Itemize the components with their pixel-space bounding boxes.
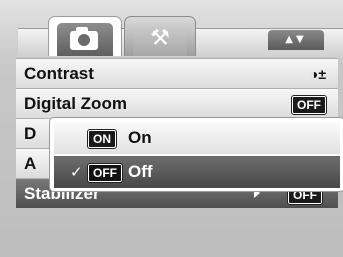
camera-menu-screen: ⚒ ▲▼ Contrast ◑± Digital Zoom OFF D A St… xyxy=(0,0,343,257)
on-badge: ON xyxy=(87,129,117,149)
option-badge: ON xyxy=(87,129,117,149)
menu-row-digital-zoom[interactable]: Digital Zoom OFF xyxy=(16,88,338,118)
off-badge: OFF xyxy=(291,95,327,115)
wrench-screwdriver-icon: ⚒ xyxy=(150,26,170,51)
off-badge: OFF xyxy=(87,163,123,183)
menu-row-label: Digital Zoom xyxy=(24,94,127,113)
menu-row-label: Contrast xyxy=(24,64,94,83)
menu-row-label: A xyxy=(24,154,37,173)
option-label: Off xyxy=(128,162,153,181)
option-off[interactable]: ✓ OFF Off xyxy=(54,156,340,188)
camera-icon-lens xyxy=(78,34,90,46)
contrast-value-icon: ◑± xyxy=(309,66,326,82)
tab-setup-inner: ⚒ xyxy=(133,23,187,56)
stabilizer-options-popup: ON On ✓ OFF Off xyxy=(50,118,343,191)
option-label: On xyxy=(128,128,152,147)
tab-setup[interactable]: ⚒ xyxy=(124,16,196,56)
up-down-arrows-icon[interactable]: ▲▼ xyxy=(268,30,324,50)
menu-row-label: D xyxy=(24,124,37,143)
menu-row-contrast[interactable]: Contrast ◑± xyxy=(16,58,338,88)
tab-camera-inner xyxy=(57,23,113,56)
tab-camera[interactable] xyxy=(48,16,122,56)
option-on[interactable]: ON On xyxy=(54,122,340,154)
checkmark-icon: ✓ xyxy=(70,163,83,181)
option-badge: OFF xyxy=(87,163,123,183)
menu-row-value: OFF xyxy=(291,95,327,115)
